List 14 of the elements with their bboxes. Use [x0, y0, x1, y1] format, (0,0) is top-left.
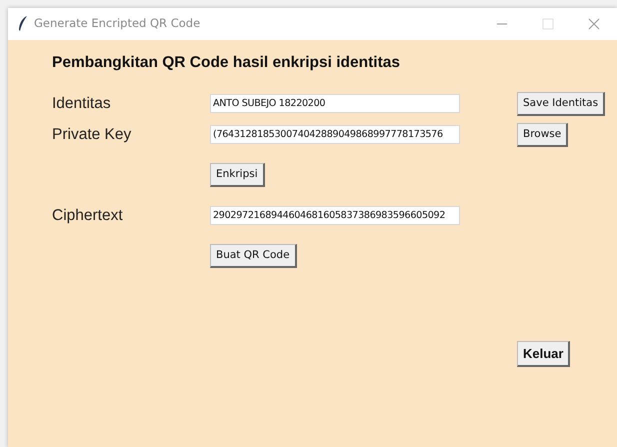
feather-icon — [18, 16, 28, 32]
side-button[interactable]: Save Identitas — [517, 92, 606, 116]
input-field[interactable]: (764312818530074042889049868997778173576 — [210, 125, 460, 144]
window-title: Generate Encripted QR Code — [34, 15, 200, 32]
input-field[interactable]: ANTO SUBEJO 18220200 — [210, 94, 460, 114]
field-label: Ciphertext — [52, 206, 124, 226]
action-button[interactable]: Buat QR Code — [210, 244, 297, 268]
side-button[interactable]: Browse — [517, 122, 568, 147]
action-button[interactable]: Enkripsi — [210, 163, 265, 188]
field-label: Private Key — [52, 125, 132, 146]
form-heading: Pembangkitan QR Code hasil enkripsi identitas — [52, 53, 401, 73]
field-label: Identitas — [52, 94, 112, 114]
input-field[interactable]: 2902972168944604681605837386983596605092 — [210, 206, 460, 226]
exit-button[interactable]: Keluar — [517, 341, 570, 368]
